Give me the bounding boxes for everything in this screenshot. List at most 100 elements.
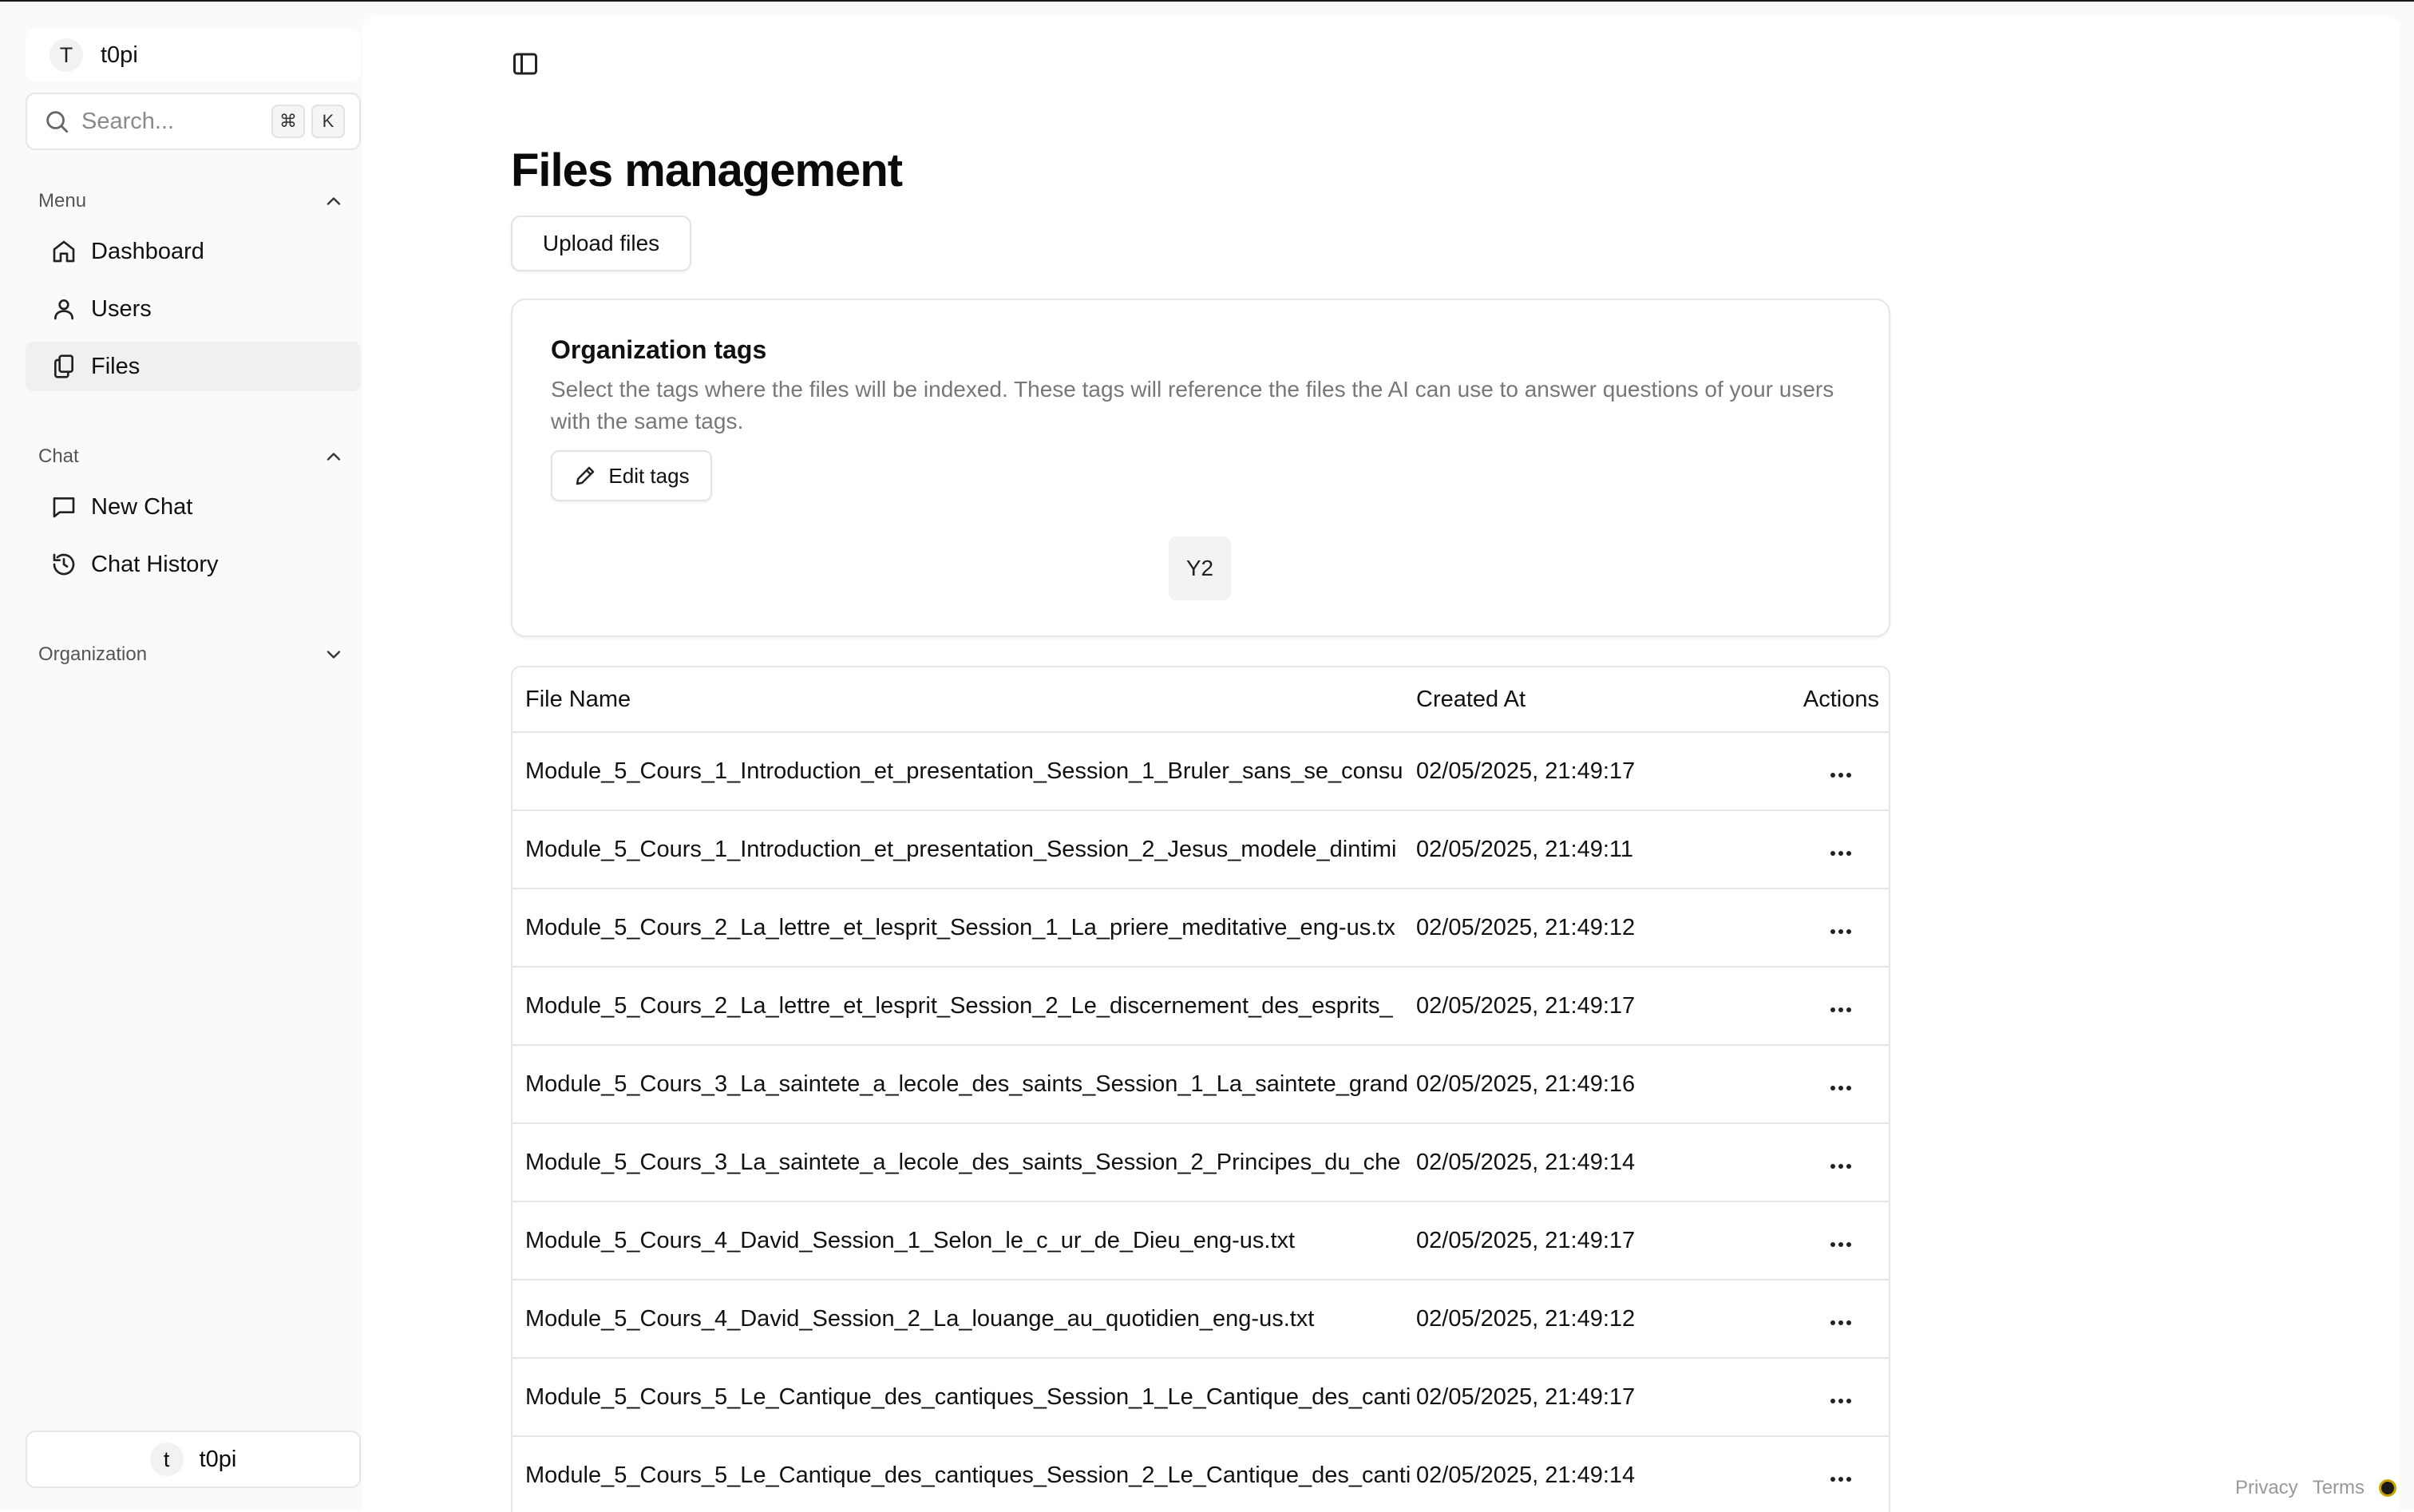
file-name-cell: Module_5_Cours_4_David_Session_1_Selon_l… xyxy=(525,1227,1296,1253)
workspace-switcher[interactable]: T t0pi xyxy=(26,29,361,81)
user-menu-button[interactable]: t t0pi xyxy=(26,1431,361,1488)
table-row: Module_5_Cours_1_Introduction_et_present… xyxy=(512,811,1889,889)
home-icon xyxy=(53,240,75,263)
shortcut-cmd-key: ⌘ xyxy=(271,105,305,138)
sidebar-item-new-chat[interactable]: New Chat xyxy=(26,482,361,532)
organization-group-label: Organization xyxy=(38,643,148,665)
created-at-cell: 02/05/2025, 21:49:17 xyxy=(1416,758,1636,784)
row-actions-button[interactable] xyxy=(1783,1320,1879,1326)
search-placeholder: Search... xyxy=(81,108,175,134)
menu-group-label: Menu xyxy=(38,190,87,212)
sidebar-item-label: Files xyxy=(91,353,140,379)
chat-group-toggle[interactable]: Chat xyxy=(38,441,354,473)
row-actions-button[interactable] xyxy=(1783,928,1879,935)
column-header-file-name: File Name xyxy=(525,686,631,712)
sidebar-item-files[interactable]: Files xyxy=(26,342,361,391)
table-row: Module_5_Cours_5_Le_Cantique_des_cantiqu… xyxy=(512,1359,1889,1437)
more-horizontal-icon xyxy=(1830,1085,1851,1090)
files-icon xyxy=(54,354,73,378)
more-horizontal-icon xyxy=(1830,1007,1851,1012)
row-actions-button[interactable] xyxy=(1783,1398,1879,1404)
workspace-name: t0pi xyxy=(101,42,138,68)
privacy-link[interactable]: Privacy xyxy=(2235,1477,2298,1499)
chevron-down-icon xyxy=(326,651,341,659)
file-name-cell: Module_5_Cours_4_David_Session_2_La_loua… xyxy=(525,1305,1315,1332)
edit-tags-label: Edit tags xyxy=(608,463,690,488)
table-header: File Name Created At Actions xyxy=(512,667,1889,733)
actions-cell xyxy=(1783,758,1889,785)
sidebar: T t0pi Search... ⌘ K Menu Dashboard User… xyxy=(13,16,362,1498)
actions-cell xyxy=(1783,1384,1889,1411)
sidebar-item-label: Chat History xyxy=(91,551,219,577)
more-horizontal-icon xyxy=(1830,772,1851,778)
more-horizontal-icon xyxy=(1830,1476,1851,1482)
edit-tags-button[interactable]: Edit tags xyxy=(551,450,712,501)
table-row: Module_5_Cours_4_David_Session_2_La_loua… xyxy=(512,1280,1889,1359)
created-at-cell: 02/05/2025, 21:49:17 xyxy=(1416,1227,1636,1253)
more-horizontal-icon xyxy=(1830,850,1851,856)
table-row: Module_5_Cours_3_La_saintete_a_lecole_de… xyxy=(512,1124,1889,1202)
actions-cell xyxy=(1783,915,1889,941)
table-row: Module_5_Cours_3_La_saintete_a_lecole_de… xyxy=(512,1046,1889,1124)
actions-cell xyxy=(1783,1071,1889,1098)
file-name-cell: Module_5_Cours_3_La_saintete_a_lecole_de… xyxy=(525,1071,1409,1097)
file-name-cell: Module_5_Cours_1_Introduction_et_present… xyxy=(525,758,1403,784)
file-name-cell: Module_5_Cours_2_La_lettre_et_lesprit_Se… xyxy=(525,914,1395,940)
organization-group-toggle[interactable]: Organization xyxy=(38,639,354,671)
row-actions-button[interactable] xyxy=(1783,1085,1879,1091)
sidebar-item-users[interactable]: Users xyxy=(26,284,361,334)
sidebar-item-dashboard[interactable]: Dashboard xyxy=(26,227,361,276)
actions-cell xyxy=(1783,1463,1889,1489)
row-actions-button[interactable] xyxy=(1783,772,1879,778)
chevron-up-icon xyxy=(326,197,341,205)
terms-link[interactable]: Terms xyxy=(2313,1477,2365,1499)
column-header-created-at: Created At xyxy=(1416,686,1526,712)
row-actions-button[interactable] xyxy=(1783,1007,1879,1013)
chat-group-label: Chat xyxy=(38,445,79,467)
status-indicator-icon xyxy=(2379,1479,2397,1497)
shortcut-k-key: K xyxy=(311,105,345,138)
table-row: Module_5_Cours_5_Le_Cantique_des_cantiqu… xyxy=(512,1437,1889,1512)
more-horizontal-icon xyxy=(1830,1163,1851,1169)
pencil-icon xyxy=(576,466,595,485)
created-at-cell: 02/05/2025, 21:49:11 xyxy=(1416,836,1633,862)
more-horizontal-icon xyxy=(1830,1241,1851,1247)
more-horizontal-icon xyxy=(1830,1398,1851,1403)
sidebar-toggle-icon[interactable] xyxy=(511,49,540,78)
user-icon xyxy=(54,299,73,320)
message-square-icon xyxy=(53,497,75,518)
created-at-cell: 02/05/2025, 21:49:12 xyxy=(1416,1305,1636,1332)
sidebar-item-chat-history[interactable]: Chat History xyxy=(26,540,361,589)
created-at-cell: 02/05/2025, 21:49:16 xyxy=(1416,1071,1636,1097)
actions-cell xyxy=(1783,1306,1889,1332)
file-name-cell: Module_5_Cours_5_Le_Cantique_des_cantiqu… xyxy=(525,1383,1411,1410)
user-name: t0pi xyxy=(199,1446,237,1472)
file-name-cell: Module_5_Cours_5_Le_Cantique_des_cantiqu… xyxy=(525,1462,1411,1488)
file-name-cell: Module_5_Cours_3_La_saintete_a_lecole_de… xyxy=(525,1149,1401,1175)
actions-cell xyxy=(1783,1150,1889,1176)
table-row: Module_5_Cours_4_David_Session_1_Selon_l… xyxy=(512,1202,1889,1280)
file-name-cell: Module_5_Cours_2_La_lettre_et_lesprit_Se… xyxy=(525,992,1393,1019)
created-at-cell: 02/05/2025, 21:49:17 xyxy=(1416,1383,1636,1410)
organization-tags-card: Organization tags Select the tags where … xyxy=(511,299,1890,637)
row-actions-button[interactable] xyxy=(1783,850,1879,857)
table-row: Module_5_Cours_2_La_lettre_et_lesprit_Se… xyxy=(512,968,1889,1046)
more-horizontal-icon xyxy=(1830,928,1851,934)
search-input[interactable]: Search... ⌘ K xyxy=(26,93,361,150)
row-actions-button[interactable] xyxy=(1783,1163,1879,1170)
sidebar-item-label: Users xyxy=(91,295,152,322)
workspace-avatar: T xyxy=(49,38,83,72)
upload-files-button[interactable]: Upload files xyxy=(511,216,691,271)
table-row: Module_5_Cours_1_Introduction_et_present… xyxy=(512,733,1889,811)
files-table: File Name Created At Actions Module_5_Co… xyxy=(511,666,1890,1512)
actions-cell xyxy=(1783,993,1889,1019)
row-actions-button[interactable] xyxy=(1783,1241,1879,1248)
created-at-cell: 02/05/2025, 21:49:14 xyxy=(1416,1462,1636,1488)
created-at-cell: 02/05/2025, 21:49:14 xyxy=(1416,1149,1636,1175)
row-actions-button[interactable] xyxy=(1783,1476,1879,1482)
history-icon xyxy=(53,553,75,576)
menu-group-toggle[interactable]: Menu xyxy=(38,185,354,217)
user-avatar: t xyxy=(149,1443,184,1476)
search-icon xyxy=(46,111,69,133)
table-row: Module_5_Cours_2_La_lettre_et_lesprit_Se… xyxy=(512,889,1889,968)
